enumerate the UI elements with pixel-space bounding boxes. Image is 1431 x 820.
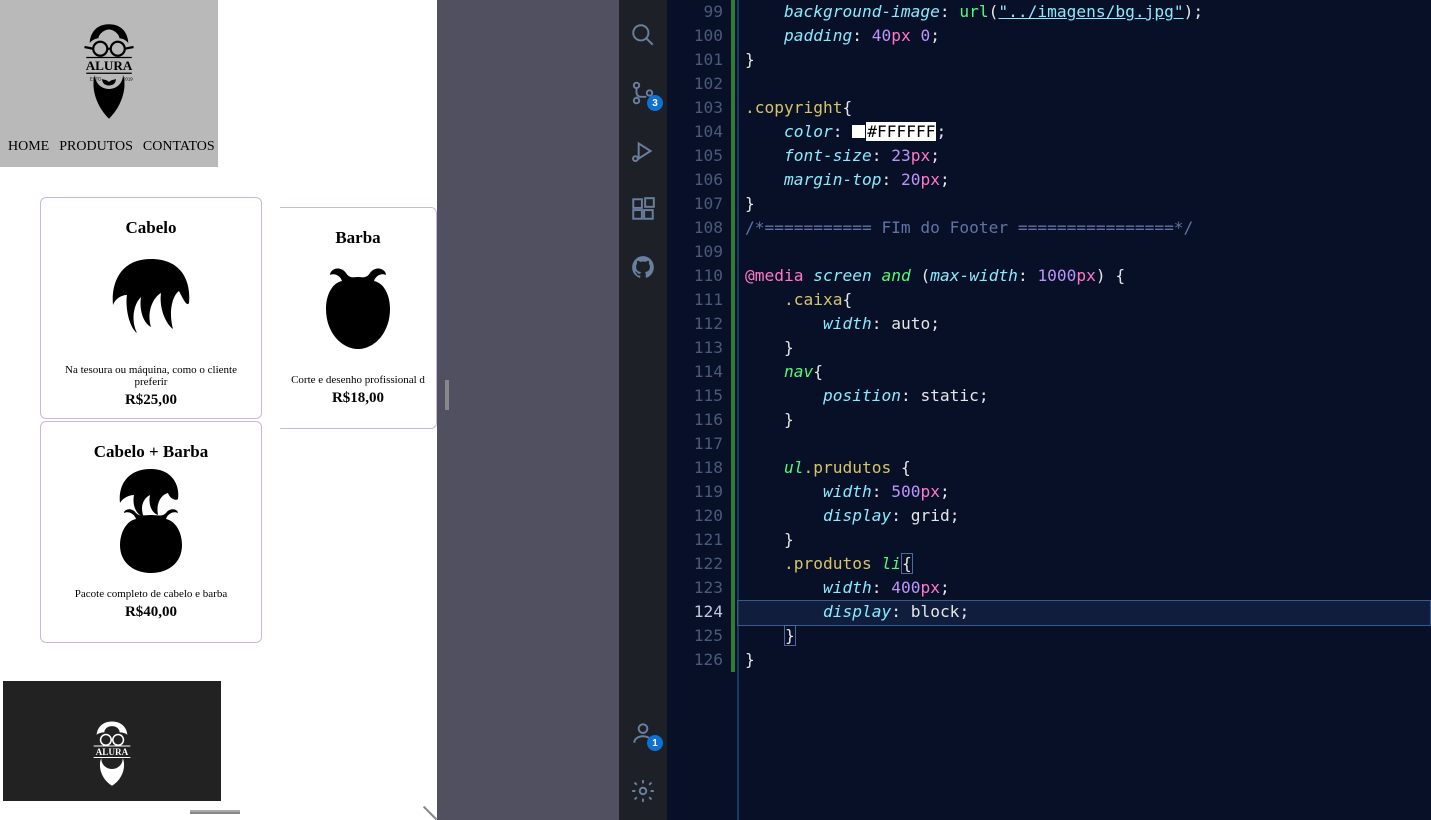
products-grid: Cabelo Na tesoura ou máquina, como o cli… bbox=[0, 167, 437, 653]
card-desc: Corte e desenho profissional d bbox=[290, 374, 426, 386]
extensions-icon[interactable] bbox=[628, 194, 658, 224]
card-title: Barba bbox=[290, 228, 426, 248]
accounts-badge: 1 bbox=[647, 735, 663, 751]
rendered-page: ALURA ESTD 2019 HOME PRODUTOS CONTATOS C… bbox=[0, 0, 437, 820]
source-control-badge: 3 bbox=[647, 95, 663, 111]
page-footer: ALURA bbox=[3, 681, 221, 801]
card-price: R$40,00 bbox=[51, 604, 251, 621]
settings-gear-icon[interactable] bbox=[628, 776, 658, 806]
accounts-icon[interactable]: 1 bbox=[628, 718, 658, 748]
code-editor[interactable]: 9910010110210310410510610710810911011111… bbox=[667, 0, 1431, 820]
logo: ALURA ESTD 2019 bbox=[69, 0, 149, 135]
svg-text:2019: 2019 bbox=[123, 76, 133, 81]
svg-text:ALURA: ALURA bbox=[96, 747, 129, 757]
product-card[interactable]: Barba Corte e desenho profissional d R$1… bbox=[280, 207, 437, 429]
nav-contatos[interactable]: CONTATOS bbox=[143, 139, 215, 155]
nav-links: HOME PRODUTOS CONTATOS bbox=[0, 135, 218, 161]
card-title: Cabelo + Barba bbox=[51, 442, 251, 462]
hair-beard-icon bbox=[51, 470, 251, 570]
source-control-icon[interactable]: 3 bbox=[628, 78, 658, 108]
product-card[interactable]: Cabelo Na tesoura ou máquina, como o cli… bbox=[40, 197, 262, 419]
github-icon[interactable] bbox=[628, 252, 658, 282]
page-header: ALURA ESTD 2019 HOME PRODUTOS CONTATOS bbox=[0, 0, 218, 167]
nav-produtos[interactable]: PRODUTOS bbox=[59, 139, 133, 155]
card-title: Cabelo bbox=[51, 218, 251, 238]
product-card[interactable]: Cabelo + Barba Pacote completo de cabelo… bbox=[40, 421, 262, 643]
beard-icon bbox=[290, 256, 426, 356]
run-debug-icon[interactable] bbox=[628, 136, 658, 166]
drag-handle[interactable] bbox=[190, 810, 240, 814]
card-desc: Pacote completo de cabelo e barba bbox=[51, 588, 251, 600]
browser-preview-panel: ALURA ESTD 2019 HOME PRODUTOS CONTATOS C… bbox=[0, 0, 619, 820]
activity-bar: 3 1 bbox=[619, 0, 667, 820]
footer-logo: ALURA bbox=[81, 717, 142, 791]
search-icon[interactable] bbox=[628, 20, 658, 50]
card-price: R$18,00 bbox=[290, 390, 426, 407]
nav-home[interactable]: HOME bbox=[8, 139, 49, 155]
code-content[interactable]: background-image: url("../imagens/bg.jpg… bbox=[737, 0, 1431, 820]
resize-handle[interactable] bbox=[415, 798, 437, 820]
card-price: R$25,00 bbox=[51, 392, 251, 409]
line-number-gutter: 9910010110210310410510610710810911011111… bbox=[667, 0, 737, 820]
vertical-drag-handle[interactable] bbox=[445, 380, 449, 410]
hair-icon bbox=[51, 246, 251, 346]
svg-text:ALURA: ALURA bbox=[86, 57, 133, 72]
card-desc: Na tesoura ou máquina, como o cliente pr… bbox=[51, 364, 251, 388]
